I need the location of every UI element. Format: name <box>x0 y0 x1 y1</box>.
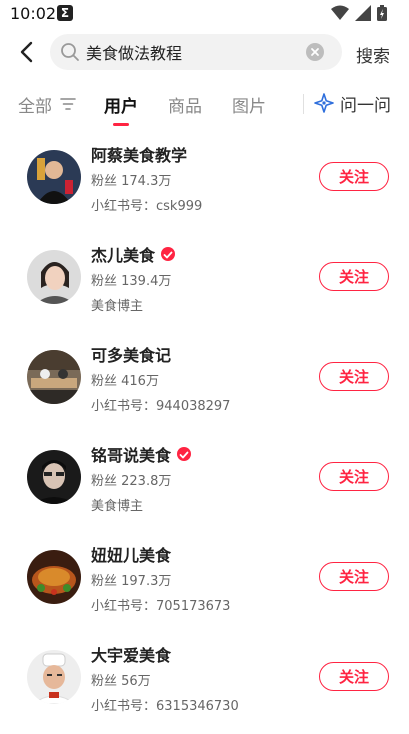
search-icon <box>61 43 79 61</box>
verified-badge-icon <box>161 247 176 261</box>
user-title: 美食博主 <box>91 499 144 514</box>
wifi-icon <box>331 5 349 20</box>
avatar <box>27 150 81 204</box>
follow-button[interactable]: 关注 <box>319 662 389 691</box>
status-time: 10:02 <box>10 4 57 23</box>
tab-products[interactable]: 商品 <box>168 92 202 117</box>
user-name-text: 妞妞儿美食 <box>91 546 172 565</box>
signal-icon <box>355 5 371 21</box>
user-name: 大宇爱美食 <box>91 642 171 666</box>
tab-all[interactable]: 全部 <box>18 92 52 117</box>
user-result-row[interactable]: 铭哥说美食 粉丝 223.8万 美食博主 关注 <box>0 434 409 534</box>
user-name-text: 可多美食记 <box>91 346 172 365</box>
user-id: 小红书号：csk999 <box>91 199 203 214</box>
sparkle-icon <box>314 93 334 113</box>
fan-count: 粉丝 223.8万 <box>91 474 172 489</box>
user-name: 阿蔡美食教学 <box>91 142 187 166</box>
fan-count: 粉丝 197.3万 <box>91 574 172 589</box>
search-bar: 搜索 <box>0 30 409 74</box>
system-icons <box>331 5 387 21</box>
fan-count: 粉丝 174.3万 <box>91 174 172 189</box>
follow-button[interactable]: 关注 <box>319 562 389 591</box>
user-name-text: 大宇爱美食 <box>91 646 172 665</box>
fan-count: 粉丝 139.4万 <box>91 274 172 289</box>
search-field[interactable] <box>50 34 342 70</box>
fan-count: 粉丝 56万 <box>91 674 151 689</box>
search-input[interactable] <box>86 40 306 64</box>
user-name: 杰儿美食 <box>91 242 176 266</box>
avatar <box>27 550 81 604</box>
follow-button[interactable]: 关注 <box>319 462 389 491</box>
user-name: 妞妞儿美食 <box>91 542 171 566</box>
user-result-row[interactable]: 妞妞儿美食 粉丝 197.3万 小红书号：705173673 关注 <box>0 534 409 634</box>
user-name-text: 铭哥说美食 <box>91 446 172 465</box>
clear-search-button[interactable] <box>306 43 324 61</box>
verified-badge-icon <box>177 447 192 461</box>
avatar <box>27 250 81 304</box>
avatar <box>27 450 81 504</box>
tab-users[interactable]: 用户 <box>104 92 138 126</box>
user-name: 可多美食记 <box>91 342 171 366</box>
close-icon <box>311 48 319 56</box>
tab-images[interactable]: 图片 <box>232 92 266 117</box>
back-button[interactable] <box>14 38 42 66</box>
user-result-row[interactable]: 杰儿美食 粉丝 139.4万 美食博主 关注 <box>0 234 409 334</box>
user-id: 小红书号：944038297 <box>91 399 231 414</box>
user-result-row[interactable]: 可多美食记 粉丝 416万 小红书号：944038297 关注 <box>0 334 409 434</box>
follow-button[interactable]: 关注 <box>319 262 389 291</box>
follow-button[interactable]: 关注 <box>319 162 389 191</box>
user-id: 小红书号：6315346730 <box>91 699 239 714</box>
ask-label: 问一问 <box>340 95 391 116</box>
battery-icon <box>377 5 387 21</box>
tab-divider <box>303 94 304 114</box>
user-name-text: 阿蔡美食教学 <box>91 146 188 165</box>
avatar <box>27 650 81 704</box>
user-result-row[interactable]: 大宇爱美食 粉丝 56万 小红书号：6315346730 关注 <box>0 634 409 734</box>
follow-button[interactable]: 关注 <box>319 362 389 391</box>
search-tabs: 全部 用户 商品 图片 问一问 <box>0 84 409 126</box>
status-bar: 10:02 Σ <box>0 0 409 28</box>
fan-count: 粉丝 416万 <box>91 374 159 389</box>
app-notification-icon: Σ <box>57 5 73 21</box>
chevron-left-icon <box>20 41 33 63</box>
ask-button[interactable]: 问一问 <box>314 90 391 116</box>
user-title: 美食博主 <box>91 299 144 314</box>
user-id: 小红书号：705173673 <box>91 599 231 614</box>
active-tab-indicator <box>113 123 129 126</box>
user-name: 铭哥说美食 <box>91 442 192 466</box>
avatar <box>27 350 81 404</box>
tab-users-label: 用户 <box>104 97 138 117</box>
user-name-text: 杰儿美食 <box>91 246 156 265</box>
search-button[interactable]: 搜索 <box>356 42 390 67</box>
filter-icon[interactable] <box>60 96 76 112</box>
user-result-row[interactable]: 阿蔡美食教学 粉丝 174.3万 小红书号：csk999 关注 <box>0 134 409 234</box>
